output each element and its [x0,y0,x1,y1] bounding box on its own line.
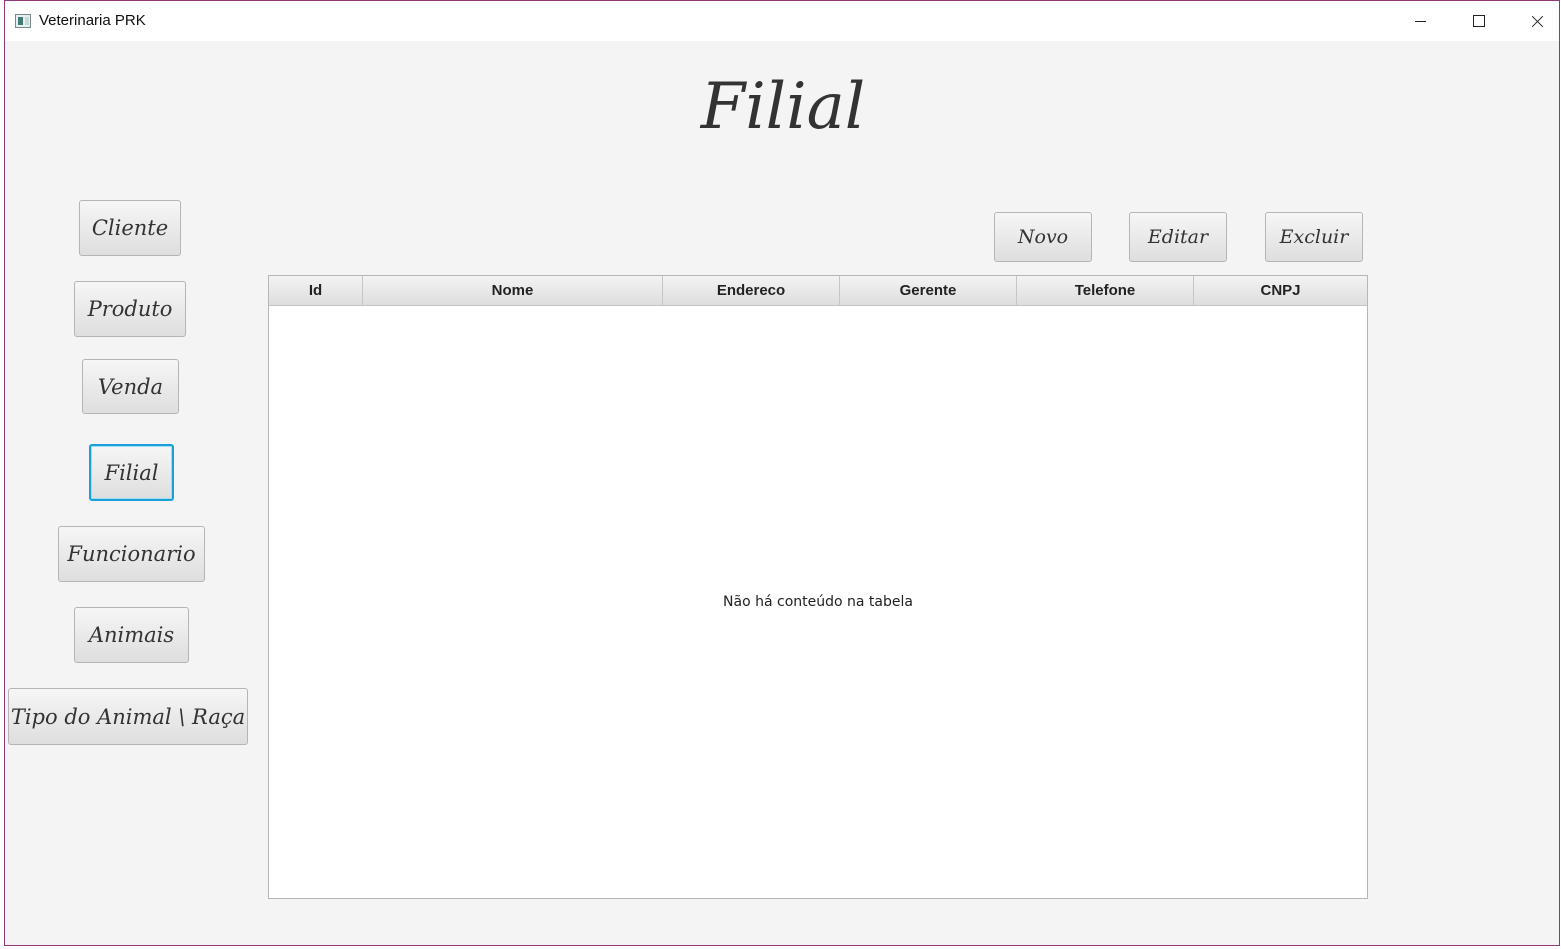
column-header-nome[interactable]: Nome [363,276,663,305]
sidebar-item-funcionario[interactable]: Funcionario [58,526,205,582]
window-title: Veterinaria PRK [39,12,146,29]
column-header-cnpj[interactable]: CNPJ [1194,276,1367,305]
column-header-gerente[interactable]: Gerente [840,276,1017,305]
edit-button[interactable]: Editar [1129,212,1227,262]
minimize-icon[interactable] [1393,1,1449,41]
sidebar-item-filial[interactable]: Filial [89,444,174,501]
sidebar-item-animais[interactable]: Animais [74,607,189,663]
column-header-telefone[interactable]: Telefone [1017,276,1194,305]
title-bar: Veterinaria PRK [5,1,1559,41]
table-header: Id Nome Endereco Gerente Telefone CNPJ [269,276,1367,306]
sidebar-item-produto[interactable]: Produto [74,281,186,337]
table-empty-message: Não há conteúdo na tabela [723,594,913,610]
app-window: Veterinaria PRK Filial Cliente Produto V… [4,0,1560,946]
sidebar-item-venda[interactable]: Venda [82,359,179,414]
column-header-endereco[interactable]: Endereco [663,276,840,305]
sidebar-item-cliente[interactable]: Cliente [79,200,181,256]
sidebar-item-tipo-animal-raca[interactable]: Tipo do Animal \ Raça [8,688,248,745]
app-icon [15,14,31,28]
page-title: Filial [700,70,866,144]
maximize-icon[interactable] [1451,1,1507,41]
delete-button[interactable]: Excluir [1265,212,1363,262]
column-header-id[interactable]: Id [269,276,363,305]
filial-table[interactable]: Id Nome Endereco Gerente Telefone CNPJ N… [268,275,1368,899]
new-button[interactable]: Novo [994,212,1092,262]
close-icon[interactable] [1509,1,1561,41]
